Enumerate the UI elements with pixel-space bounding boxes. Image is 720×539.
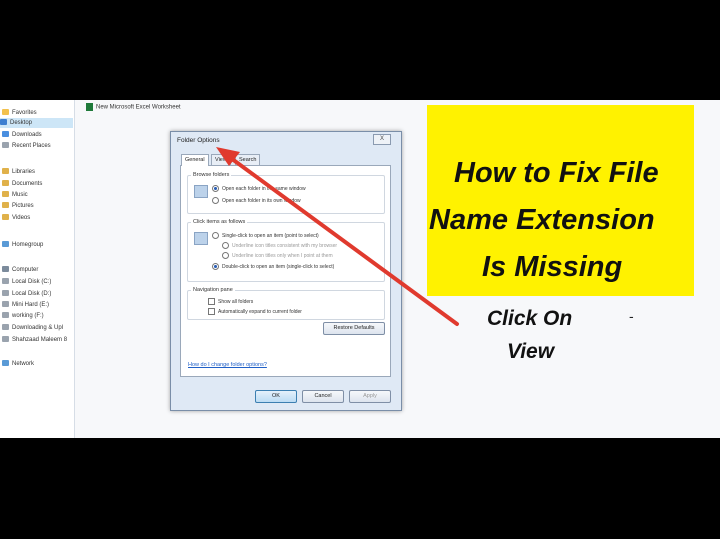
tab-general[interactable]: General	[181, 154, 209, 166]
red-pointer-arrow	[216, 147, 459, 326]
screen-area: Favorites Desktop Downloads Recent Places Li…	[0, 100, 720, 438]
